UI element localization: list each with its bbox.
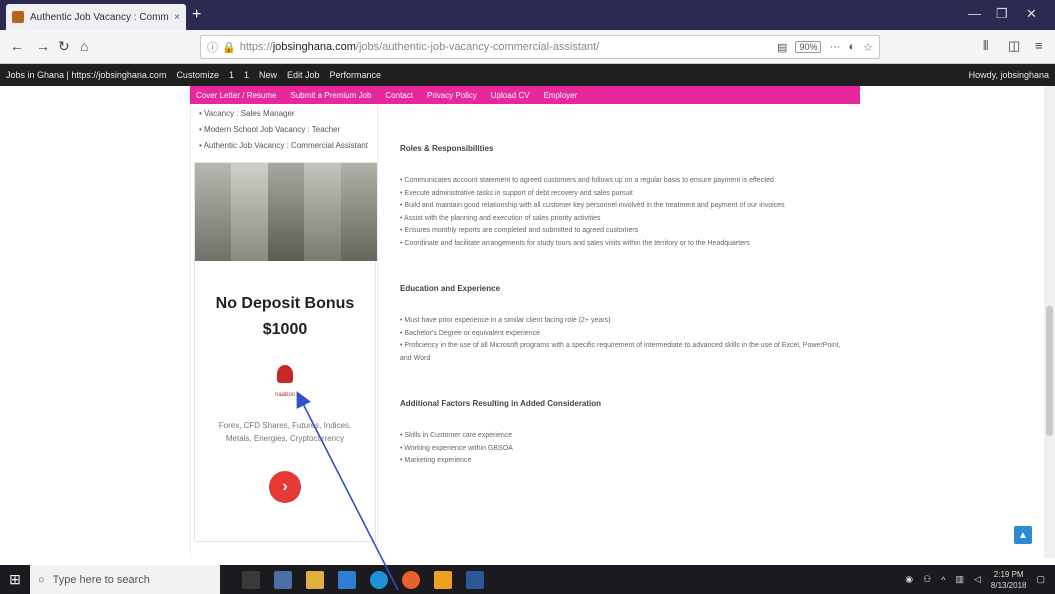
annotation-arrow [296, 391, 399, 591]
arrow-line [296, 391, 399, 591]
